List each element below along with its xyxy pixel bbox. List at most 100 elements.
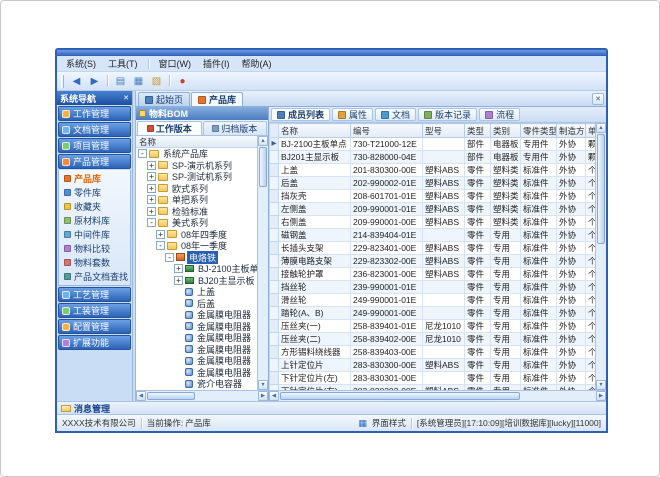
column-header-7[interactable]: 制造方式 [557,124,586,138]
scroll-track[interactable] [279,391,596,401]
document-tab-2[interactable]: 产品库 [191,92,243,106]
status-style-selector[interactable]: 界面样式 [372,417,406,429]
nav-group-8[interactable]: 扩展功能 [58,335,131,350]
table-row[interactable]: 踏轮(A、B)249-990001-00E零件专用标准件外协个 [270,307,596,320]
menu-item-5[interactable]: 帮助(A) [237,56,277,71]
column-header-5[interactable]: 类别 [491,124,521,138]
nav-item-7[interactable]: 物料套数 [59,256,130,269]
nav-item-8[interactable]: 产品文档查找 [59,270,130,283]
tree-node-21[interactable]: 瓷介电容器 [136,378,257,390]
detail-tab-4[interactable]: 版本记录 [418,108,477,121]
table-row[interactable]: 挡丝轮239-990001-01E零件专用标准件外协个 [270,281,596,294]
expand-icon[interactable]: + [147,172,156,181]
scroll-thumb[interactable] [597,134,605,244]
table-row[interactable]: 右侧盖209-990001-00E塑料ABS零件塑料类标准件外协个 [270,216,596,229]
close-tab-icon[interactable]: ✕ [592,93,604,105]
table-row[interactable]: 压丝夹(二)258-839402-00E尼龙1010零件专用标准件外协个 [270,333,596,346]
nav-item-2[interactable]: 零件库 [59,186,130,199]
menu-item-4[interactable]: 插件(I) [198,56,235,71]
detail-tab-2[interactable]: 属性 [332,108,373,121]
column-header-8[interactable]: 单位 [586,124,596,138]
nav-item-5[interactable]: 中间件库 [59,228,130,241]
folder-icon[interactable]: ▧ [149,74,164,89]
version-tab-1[interactable]: 工作版本 [137,121,202,135]
expand-icon[interactable]: + [147,195,156,204]
nav-item-4[interactable]: 原材料库 [59,214,130,227]
nav-item-1[interactable]: 产品库 [59,172,130,185]
scroll-thumb[interactable] [147,392,195,400]
stop-icon[interactable]: ● [175,74,190,89]
nav-item-6[interactable]: 物料比较 [59,242,130,255]
table-row[interactable]: 方形锡料绕线器258-839403-00E零件专用标准件外协个 [270,346,596,359]
expand-icon[interactable]: + [147,161,156,170]
scroll-right-icon[interactable]: ▶ [258,391,268,401]
grid-icon[interactable]: ▦ [131,74,146,89]
nav-close-icon[interactable]: ✕ [123,94,129,102]
scroll-track[interactable] [596,133,606,380]
column-header-6[interactable]: 零件类型 [521,124,557,138]
nav-group-4[interactable]: 产品管理 [58,154,131,169]
table-row[interactable]: 接触轮护罩236-823001-00E塑料ABS零件专用标准件外协个 [270,268,596,281]
menu-item-3[interactable]: 窗口(W) [154,56,197,71]
scroll-track[interactable] [258,146,268,380]
scroll-up-icon[interactable]: ▲ [258,136,268,146]
expand-icon[interactable]: + [147,207,156,216]
table-row[interactable]: 后盖202-990002-01E塑料ABS零件塑料类标准件外协个 [270,177,596,190]
column-header-1[interactable]: 名称 [279,124,351,138]
table-row[interactable]: 压丝夹(一)258-839401-01E尼龙1010零件专用标准件外协个 [270,320,596,333]
collapse-icon[interactable]: - [147,218,156,227]
tree-vertical-scrollbar[interactable]: ▲ ▼ [257,136,268,390]
nav-group-2[interactable]: 文档管理 [58,122,131,137]
table-vertical-scrollbar[interactable]: ▲ ▼ [595,123,606,390]
list-icon[interactable]: ▤ [113,74,128,89]
table-row[interactable]: 挡灰壳208-601701-01E塑料ABS零件塑料类标准件外协个 [270,190,596,203]
detail-tab-1[interactable]: 成员列表 [271,108,330,121]
menu-item-2[interactable]: 工具(T) [103,56,143,71]
table-row[interactable]: 上盖201-830300-00E塑料ABS零件塑料类标准件外协个 [270,164,596,177]
column-header-3[interactable]: 型号 [423,124,465,138]
table-row[interactable]: 薄膜电路支架229-823302-00E塑料ABS零件专用标准件外协个 [270,255,596,268]
tree-horizontal-scrollbar[interactable]: ◀ ▶ [136,390,268,401]
table-row[interactable]: 下针定位片(左)283-830301-00E零件专用标准件外协个 [270,372,596,385]
nav-group-5[interactable]: 工艺管理 [58,287,131,302]
scroll-down-icon[interactable]: ▼ [258,380,268,390]
nav-group-6[interactable]: 工装管理 [58,303,131,318]
detail-tab-3[interactable]: 文档 [375,108,416,121]
table-row[interactable]: 滑丝轮249-990001-01E零件专用标准件外协个 [270,294,596,307]
message-bar-label[interactable]: 消息管理 [74,402,110,415]
collapse-icon[interactable]: - [156,241,165,250]
scroll-thumb[interactable] [280,392,520,400]
scroll-track[interactable] [146,391,258,401]
scroll-left-icon[interactable]: ◀ [136,391,146,401]
version-tab-2[interactable]: 归档版本 [203,121,268,135]
scroll-right-icon[interactable]: ▶ [596,391,606,401]
table-row[interactable]: ▶BJ-2100主板单点730-T21000-12E部件电器板专用件外协颗 [270,138,596,151]
nav-group-3[interactable]: 项目管理 [58,138,131,153]
document-tab-1[interactable]: 起始页 [138,92,190,106]
column-header-2[interactable]: 编号 [351,124,423,138]
table-row[interactable]: 磁钢盖214-839404-01E零件专用标准件外协个 [270,229,596,242]
scroll-up-icon[interactable]: ▲ [596,123,606,133]
tree-column-header[interactable]: 名称 [136,136,257,148]
detail-tab-5[interactable]: 流程 [479,108,520,121]
nav-item-3[interactable]: 收藏夹 [59,200,130,213]
column-header-4[interactable]: 类型 [465,124,491,138]
table-row[interactable]: 左侧盖209-990001-01E塑料ABS零件塑料类标准件外协个 [270,203,596,216]
scroll-thumb[interactable] [259,147,267,187]
table-row[interactable]: 上针定位片283-830300-00E塑料ABS零件专用标准件外协个 [270,359,596,372]
scroll-down-icon[interactable]: ▼ [596,380,606,390]
back-icon[interactable]: ◀ [69,74,84,89]
expand-icon[interactable]: + [174,264,183,273]
nav-group-1[interactable]: 工作管理 [58,106,131,121]
scroll-left-icon[interactable]: ◀ [269,391,279,401]
expand-icon[interactable]: + [174,276,183,285]
forward-icon[interactable]: ▶ [87,74,102,89]
table-row[interactable]: BJ201主显示板730-828000-04E部件电器板专用件外协颗 [270,151,596,164]
menu-item-1[interactable]: 系统(S) [61,56,101,71]
table-row[interactable]: 长插头支架229-823401-00E塑料ABS零件专用标准件外协个 [270,242,596,255]
expand-icon[interactable]: + [147,184,156,193]
collapse-icon[interactable]: - [138,149,147,158]
nav-group-7[interactable]: 配置管理 [58,319,131,334]
table-horizontal-scrollbar[interactable]: ◀ ▶ [269,390,606,401]
collapse-icon[interactable]: - [165,253,174,262]
